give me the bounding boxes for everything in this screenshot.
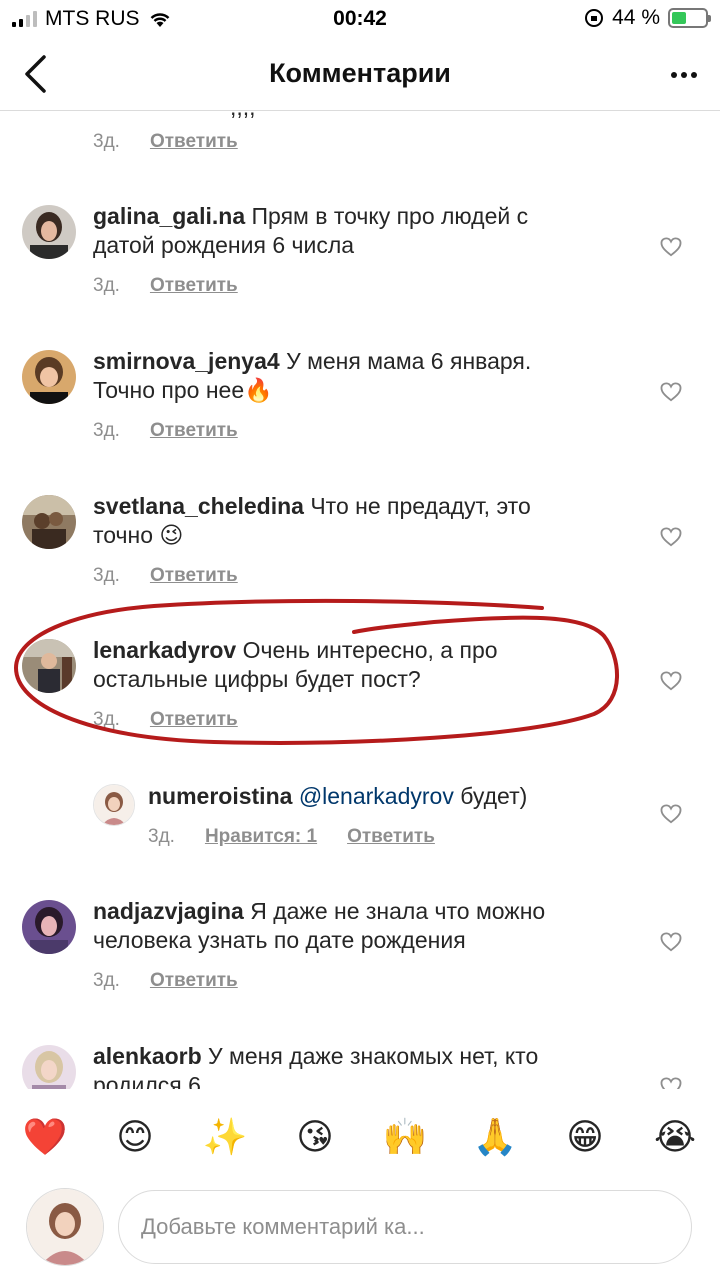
- comment-text: numeroistina @lenarkadyrov будет): [148, 782, 527, 811]
- avatar[interactable]: [22, 1045, 76, 1089]
- comment-time: 3д.: [93, 275, 120, 296]
- nav-header: Комментарии: [0, 40, 720, 111]
- battery-percent: 44 %: [612, 6, 660, 29]
- comment-meta: 3д. Ответить: [93, 131, 238, 153]
- heart-outline-icon[interactable]: [660, 804, 682, 824]
- heart-outline-icon[interactable]: [660, 671, 682, 691]
- list-item: svetlana_cheledina Что не предадут, это …: [0, 491, 720, 611]
- reply-link[interactable]: Ответить: [347, 826, 435, 848]
- comment-time: 3д.: [148, 826, 175, 847]
- comment-meta: 3д. Ответить: [93, 275, 238, 297]
- comment-composer: [0, 1182, 720, 1280]
- heart-outline-icon[interactable]: [660, 237, 682, 257]
- emoji-grin[interactable]: 😁: [555, 1116, 615, 1158]
- emoji-sparkles[interactable]: ✨: [195, 1116, 255, 1158]
- comment-body: Я даже не знала что можно: [250, 898, 546, 924]
- truncated-text: ,,,,: [230, 111, 256, 122]
- comment-body: будет): [460, 783, 528, 809]
- avatar[interactable]: [22, 205, 76, 259]
- comment-text: alenkaorb У меня даже знакомых нет, кто …: [93, 1042, 538, 1089]
- avatar[interactable]: [22, 350, 76, 404]
- avatar[interactable]: [22, 639, 76, 693]
- comment-body-line2: остальные цифры будет пост?: [93, 666, 421, 692]
- avatar[interactable]: [22, 495, 76, 549]
- battery-icon: [668, 8, 711, 28]
- heart-outline-icon[interactable]: [660, 382, 682, 402]
- comment-time: 3д.: [93, 970, 120, 991]
- comment-username[interactable]: nadjazvjagina: [93, 898, 244, 924]
- list-item: smirnova_jenya4 У меня мама 6 января. То…: [0, 346, 720, 466]
- comment-text: smirnova_jenya4 У меня мама 6 января. То…: [93, 347, 531, 405]
- comment-meta: 3д. Ответить: [93, 420, 238, 442]
- reply-link[interactable]: Ответить: [150, 275, 238, 297]
- comment-username[interactable]: smirnova_jenya4: [93, 348, 280, 374]
- comment-text: galina_gali.na Прям в точку про людей с …: [93, 202, 528, 260]
- emoji-quick-bar: ❤️ 😊 ✨ 😘 🙌 🙏 😁 😭: [0, 1098, 720, 1176]
- list-item: alenkaorb У меня даже знакомых нет, кто …: [0, 1041, 720, 1089]
- avatar[interactable]: [93, 784, 135, 826]
- heart-outline-icon[interactable]: [660, 527, 682, 547]
- comment-time: 3д.: [93, 709, 120, 730]
- status-right: 44 %: [584, 6, 711, 30]
- more-horizontal-icon[interactable]: [670, 70, 698, 80]
- emoji-pray[interactable]: 🙏: [465, 1116, 525, 1158]
- emoji-cry[interactable]: 😭: [645, 1116, 705, 1158]
- comment-meta: 3д. Нравится: 1 Ответить: [148, 826, 435, 848]
- comment-text: lenarkadyrov Очень интересно, а про оста…: [93, 636, 498, 694]
- heart-outline-icon[interactable]: [660, 1077, 682, 1089]
- reply-link[interactable]: Ответить: [150, 970, 238, 992]
- comment-body: У меня мама 6 января.: [286, 348, 532, 374]
- comment-body: Что не предадут, это: [310, 493, 531, 519]
- my-avatar[interactable]: [26, 1188, 104, 1266]
- comment-time: 3д.: [93, 131, 120, 152]
- comment-body-line2: датой рождения 6 числа: [93, 232, 355, 258]
- comment-meta: 3д. Ответить: [93, 970, 238, 992]
- comment-body-line2: родился 6: [93, 1072, 201, 1089]
- comment-body-line2: точно 😉: [93, 522, 184, 548]
- comment-text: svetlana_cheledina Что не предадут, это …: [93, 492, 531, 550]
- mention-link[interactable]: @lenarkadyrov: [299, 783, 454, 809]
- comment-username[interactable]: lenarkadyrov: [93, 637, 236, 663]
- emoji-kiss[interactable]: 😘: [285, 1116, 345, 1158]
- comment-input[interactable]: [118, 1190, 692, 1264]
- status-bar: MTS RUS 00:42 44 %: [0, 0, 720, 40]
- comment-body-line2: человека узнать по дате рождения: [93, 927, 466, 953]
- reply-link[interactable]: Ответить: [150, 420, 238, 442]
- list-item: ,,,, 3д. Ответить: [0, 111, 720, 161]
- heart-outline-icon[interactable]: [660, 932, 682, 952]
- comment-body: Прям в точку про людей с: [251, 203, 529, 229]
- page-title: Комментарии: [269, 58, 451, 88]
- comment-time: 3д.: [93, 565, 120, 586]
- comment-username[interactable]: galina_gali.na: [93, 203, 245, 229]
- comment-text: nadjazvjagina Я даже не знала что можно …: [93, 897, 545, 955]
- comment-username[interactable]: alenkaorb: [93, 1043, 202, 1069]
- emoji-raised-hands[interactable]: 🙌: [375, 1116, 435, 1158]
- emoji-heart[interactable]: ❤️: [15, 1116, 75, 1158]
- list-item: galina_gali.na Прям в точку про людей с …: [0, 201, 720, 321]
- emoji-smile[interactable]: 😊: [105, 1116, 165, 1158]
- comment-body: Очень интересно, а про: [242, 637, 498, 663]
- comment-body-line2: Точно про нее🔥: [93, 377, 273, 403]
- avatar[interactable]: [22, 900, 76, 954]
- comment-username[interactable]: numeroistina: [148, 783, 292, 809]
- list-item: lenarkadyrov Очень интересно, а про оста…: [0, 635, 720, 755]
- reply-link[interactable]: Ответить: [150, 131, 238, 153]
- reply-link[interactable]: Ответить: [150, 709, 238, 731]
- comment-meta: 3д. Ответить: [93, 709, 238, 731]
- likes-link[interactable]: Нравится: 1: [205, 826, 317, 848]
- reply-item: numeroistina @lenarkadyrov будет) 3д. Нр…: [0, 780, 720, 880]
- comment-time: 3д.: [93, 420, 120, 441]
- list-item: nadjazvjagina Я даже не знала что можно …: [0, 896, 720, 1016]
- orientation-lock-icon: [585, 9, 604, 27]
- comment-body: У меня даже знакомых нет, кто: [208, 1043, 539, 1069]
- comments-list[interactable]: ,,,, 3д. Ответить galina_gali.na Прям в …: [0, 111, 720, 1089]
- comment-username[interactable]: svetlana_cheledina: [93, 493, 304, 519]
- reply-link[interactable]: Ответить: [150, 565, 238, 587]
- comment-meta: 3д. Ответить: [93, 565, 238, 587]
